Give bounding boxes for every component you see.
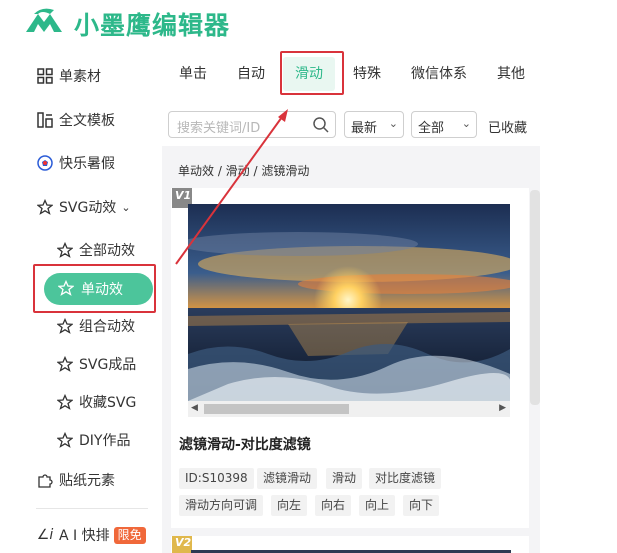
tag-filter-slide[interactable]: 滤镜滑动: [257, 468, 318, 489]
version-badge: V2: [172, 536, 192, 553]
tag-slide[interactable]: 滑动: [326, 468, 363, 489]
effect-card[interactable]: V1 ◀ ▶ 滤镜滑动-对比度滤镜 ID:S10398 滤镜滑动 滑动 对比度滤…: [171, 188, 529, 528]
scroll-left-icon[interactable]: ◀: [191, 403, 198, 413]
sidebar-sub-combo-effects[interactable]: 组合动效: [56, 311, 135, 341]
sidebar: 单素材 全文模板 快乐暑假 SVG动效 ⌄ 全部动效 单动效 组合动效 SVG成…: [0, 46, 162, 553]
star-outline-icon: [56, 431, 74, 449]
sort-value: 最新: [351, 121, 378, 136]
sidebar-item-label: A I 快排: [59, 528, 110, 544]
main-panel: 单击 自动 滑动 特殊 微信体系 其他 搜索关键词/ID 最新 ⌄ 全部 ⌄ 已…: [162, 46, 540, 553]
category-tabs: 单击 自动 滑动 特殊 微信体系 其他: [162, 46, 540, 102]
sidebar-sub-all-effects[interactable]: 全部动效: [56, 235, 135, 265]
card-title[interactable]: 滤镜滑动-对比度滤镜: [179, 434, 311, 454]
tag-contrast-filter[interactable]: 对比度滤镜: [369, 468, 442, 489]
star-outline-icon: [56, 317, 74, 335]
star-outline-icon: [56, 241, 74, 259]
template-icon: [36, 111, 54, 129]
star-outline-icon: [36, 198, 54, 216]
tab-other[interactable]: 其他: [497, 63, 525, 85]
sidebar-item-svg-effects[interactable]: SVG动效 ⌄: [36, 192, 131, 222]
sidebar-item-stickers[interactable]: 贴纸元素: [36, 465, 115, 495]
vertical-scrollbar[interactable]: [530, 190, 540, 405]
scrollbar-thumb[interactable]: [204, 404, 349, 414]
horizontal-scrollbar[interactable]: ◀ ▶: [188, 401, 510, 417]
search-input[interactable]: 搜索关键词/ID: [168, 111, 336, 138]
search-placeholder: 搜索关键词/ID: [177, 121, 261, 136]
star-outline-icon: [56, 355, 74, 373]
sidebar-item-label: SVG动效: [59, 200, 117, 216]
scope-select[interactable]: 全部 ⌄: [411, 111, 477, 138]
breadcrumb: 单动效 / 滑动 / 滤镜滑动: [178, 164, 310, 178]
tab-auto[interactable]: 自动: [237, 63, 265, 85]
eagle-logo-icon[interactable]: [24, 6, 64, 38]
puzzle-icon: [36, 471, 54, 489]
chevron-down-icon: ⌄: [461, 117, 471, 130]
tab-wechat[interactable]: 微信体系: [411, 63, 467, 85]
sidebar-item-single-material[interactable]: 单素材: [36, 61, 101, 91]
sidebar-item-label: 单素材: [59, 69, 101, 85]
sidebar-item-ai-layout[interactable]: ∠i A I 快排 限免: [36, 520, 146, 550]
sidebar-item-label: SVG成品: [79, 357, 137, 373]
search-icon[interactable]: [312, 116, 330, 134]
sidebar-item-label: 全部动效: [79, 243, 135, 259]
free-badge: 限免: [113, 526, 146, 544]
preview-image[interactable]: [188, 204, 510, 401]
chevron-down-icon: ⌄: [388, 117, 398, 130]
sidebar-item-label: 贴纸元素: [59, 473, 115, 489]
right-panel: [540, 46, 617, 553]
sidebar-sub-favorite-svg[interactable]: 收藏SVG: [56, 387, 136, 417]
sidebar-item-label: DIY作品: [79, 433, 131, 449]
sidebar-sub-diy-works[interactable]: DIY作品: [56, 425, 130, 455]
tag-right[interactable]: 向右: [315, 495, 352, 516]
sidebar-divider: [36, 508, 148, 509]
filter-bar: 搜索关键词/ID 最新 ⌄ 全部 ⌄ 已收藏: [162, 102, 540, 146]
tag-left[interactable]: 向左: [271, 495, 308, 516]
sidebar-item-full-template[interactable]: 全文模板: [36, 105, 115, 135]
tag-id[interactable]: ID:S10398: [179, 468, 254, 489]
sunset-sea-image: [188, 204, 510, 401]
chevron-down-icon: ⌄: [121, 200, 131, 214]
tag-direction-adjustable[interactable]: 滑动方向可调: [179, 495, 264, 516]
sidebar-sub-svg-products[interactable]: SVG成品: [56, 349, 136, 379]
app-header: 小墨鹰编辑器: [0, 0, 617, 46]
sidebar-item-summer[interactable]: 快乐暑假: [36, 148, 115, 178]
tag-down[interactable]: 向下: [403, 495, 440, 516]
ai-icon: ∠i: [36, 527, 54, 543]
highlight-box-tab: [280, 51, 344, 95]
sidebar-item-label: 收藏SVG: [79, 395, 137, 411]
highlight-box-sidebar: [33, 264, 156, 313]
sidebar-item-label: 快乐暑假: [59, 156, 115, 172]
scope-value: 全部: [418, 121, 445, 136]
star-outline-icon: [56, 393, 74, 411]
tab-click[interactable]: 单击: [179, 63, 207, 85]
effect-card-2[interactable]: V2: [171, 536, 529, 553]
soccer-ball-icon: [36, 154, 54, 172]
tab-special[interactable]: 特殊: [353, 63, 381, 85]
tag-up[interactable]: 向上: [359, 495, 396, 516]
sidebar-item-label: 组合动效: [79, 319, 135, 335]
sort-select[interactable]: 最新 ⌄: [344, 111, 404, 138]
grid-icon: [36, 67, 54, 85]
scroll-right-icon[interactable]: ▶: [499, 403, 506, 413]
logo-text[interactable]: 小墨鹰编辑器: [74, 6, 230, 42]
sidebar-item-label: 全文模板: [59, 113, 115, 129]
favorites-filter[interactable]: 已收藏: [488, 117, 527, 136]
